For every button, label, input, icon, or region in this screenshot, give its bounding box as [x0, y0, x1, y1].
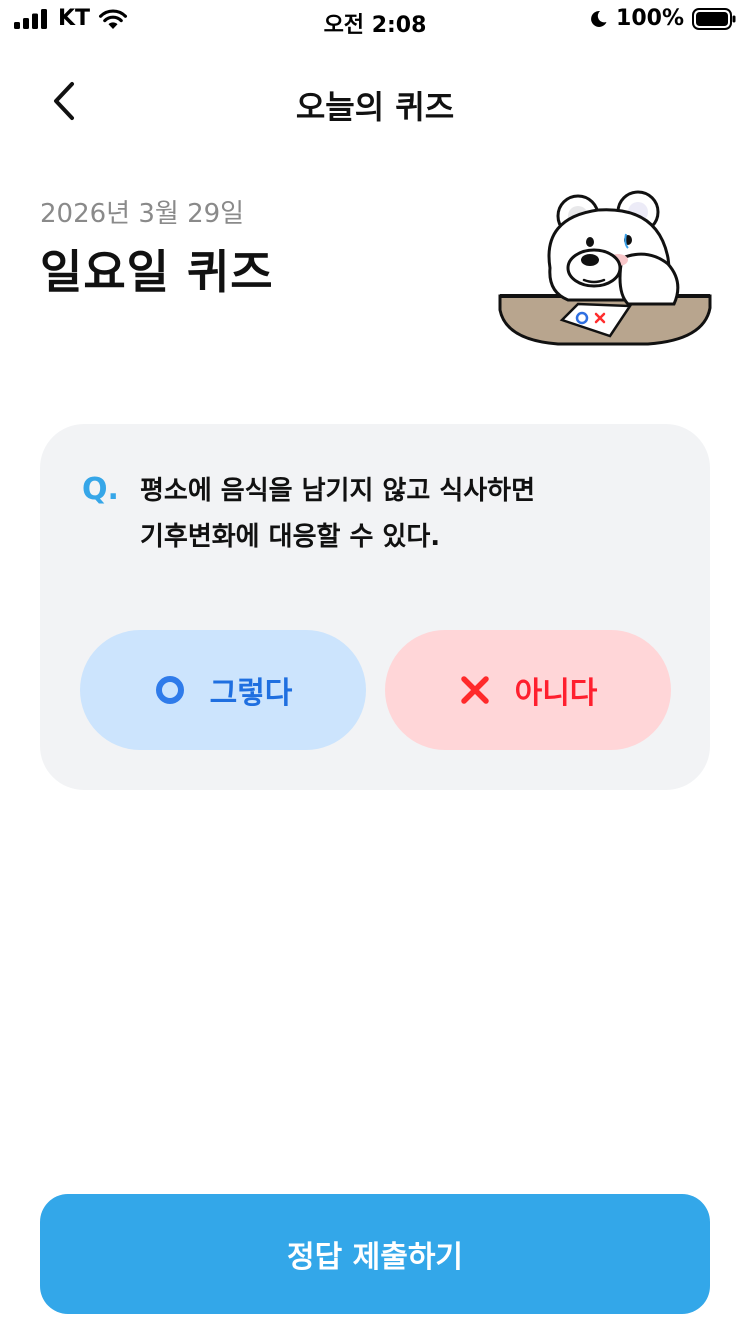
- question-line-2: 기후변화에 대응할 수 있다.: [140, 522, 441, 552]
- moon-icon: [591, 10, 607, 27]
- x-mark-icon: [460, 676, 489, 704]
- quiz-date: 2026년 3월 29일: [40, 199, 245, 229]
- question-card: Q. 평소에 음식을 남기지 않고 식사하면 기후변화에 대응할 수 있다. 그…: [40, 424, 710, 790]
- page-title: 오늘의 퀴즈: [295, 88, 455, 126]
- circle-o-icon: [155, 676, 184, 704]
- submit-button-label: 정답 제출하기: [286, 1240, 464, 1275]
- bear-mascot-illustration: [498, 190, 712, 346]
- question-line-1: 평소에 음식을 남기지 않고 식사하면: [140, 476, 536, 506]
- status-bar: KT 오전 2:08 100%: [0, 0, 750, 40]
- submit-answer-button[interactable]: 정답 제출하기: [40, 1194, 710, 1314]
- question-text: 평소에 음식을 남기지 않고 식사하면 기후변화에 대응할 수 있다.: [140, 468, 680, 560]
- answer-yes-label: 그렇다: [209, 676, 293, 711]
- battery-percent: 100%: [616, 6, 684, 31]
- answer-yes-button[interactable]: 그렇다: [80, 630, 366, 750]
- battery-icon: [692, 7, 736, 30]
- answer-no-button[interactable]: 아니다: [385, 630, 671, 750]
- quiz-title: 일요일 퀴즈: [40, 245, 274, 299]
- status-right: 100%: [588, 6, 736, 31]
- nav-bar: 오늘의 퀴즈: [0, 60, 750, 140]
- question-mark-label: Q.: [82, 472, 119, 507]
- answer-no-label: 아니다: [514, 676, 598, 711]
